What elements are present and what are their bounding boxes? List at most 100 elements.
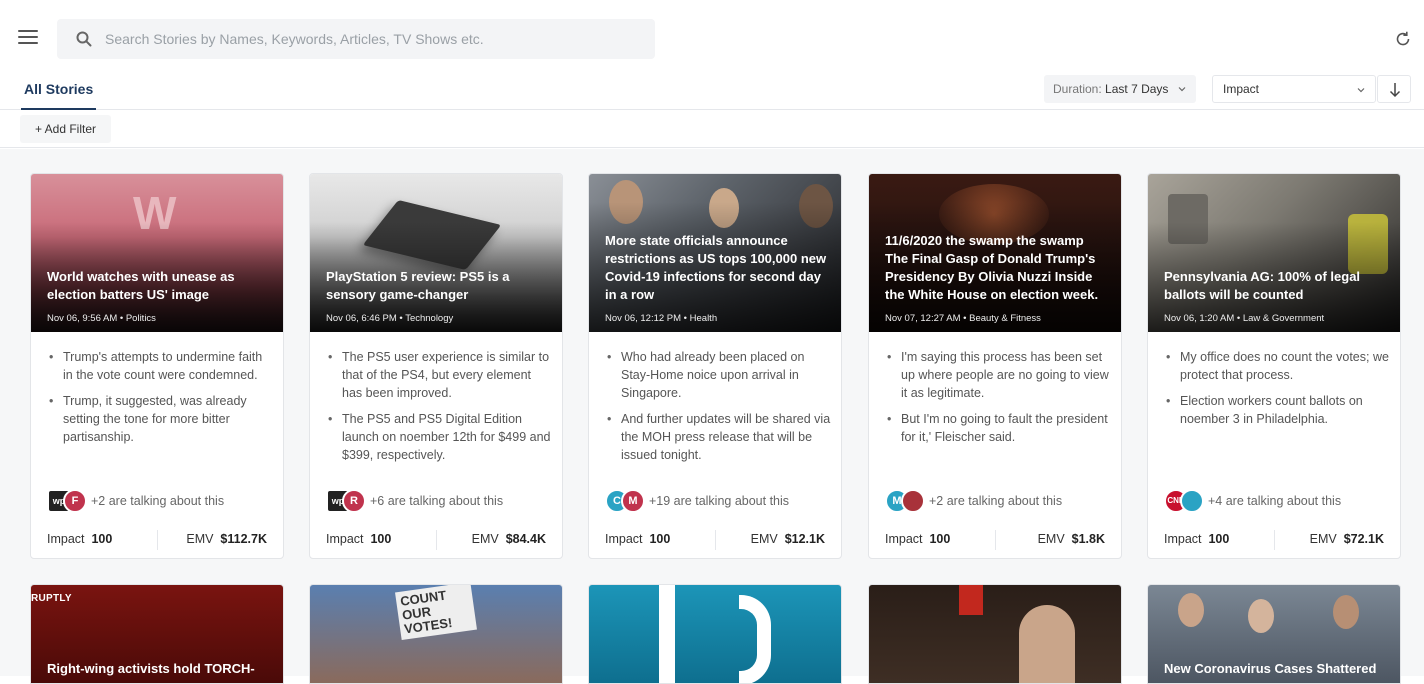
top-bar <box>0 0 1424 70</box>
avatar <box>1180 488 1204 513</box>
impact-label: Impact <box>885 532 923 546</box>
emv-label: EMV <box>1309 532 1337 546</box>
impact-label: Impact <box>1164 532 1202 546</box>
impact-value: 100 <box>370 532 392 546</box>
avatar: M <box>621 488 645 513</box>
story-card[interactable]: RUPTLY Right-wing activists hold TORCH- <box>30 584 284 684</box>
duration-value: Last 7 Days <box>1105 82 1169 96</box>
story-headline: Right-wing activists hold TORCH- <box>47 661 255 676</box>
story-headline: 11/6/2020 the swamp the swamp The Final … <box>885 233 1099 302</box>
refresh-icon[interactable] <box>1395 31 1411 47</box>
story-card[interactable] <box>868 584 1122 684</box>
story-card[interactable] <box>588 584 842 684</box>
menu-icon[interactable] <box>18 30 38 46</box>
story-stats: Impact 100 EMV $72.1K <box>1148 526 1400 554</box>
impact-label: Impact <box>326 532 364 546</box>
story-meta: Nov 06, 1:20 AM • Law & Government <box>1164 313 1325 324</box>
tab-bar: All Stories Duration: Last 7 Days Impact <box>0 70 1424 110</box>
story-card[interactable]: W World watches with unease as election … <box>30 173 284 559</box>
add-filter-button[interactable]: + Add Filter <box>20 115 111 143</box>
summary-bullet: I'm saying this process has been set up … <box>885 348 1111 402</box>
talking-text: +19 are talking about this <box>649 493 790 508</box>
story-stats: Impact 100 EMV $12.1K <box>589 526 841 554</box>
talking-row[interactable]: wp F +2 are talking about this <box>47 488 225 513</box>
sort-dropdown[interactable]: Impact <box>1212 75 1376 103</box>
story-summary: I'm saying this process has been set up … <box>885 348 1111 454</box>
summary-bullet: My office does no count the votes; we pr… <box>1164 348 1390 384</box>
protest-sign: COUNT OUR VOTES! <box>395 585 477 641</box>
story-thumbnail: Pennsylvania AG: 100% of legal ballots w… <box>1148 174 1400 332</box>
search-icon <box>76 31 92 47</box>
story-meta: Nov 06, 12:12 PM • Health <box>605 313 718 324</box>
story-thumbnail: More state officials announce restrictio… <box>589 174 841 332</box>
story-card[interactable]: More state officials announce restrictio… <box>588 173 842 559</box>
emv-value: $1.8K <box>1071 532 1105 546</box>
emv-label: EMV <box>471 532 499 546</box>
talking-text: +2 are talking about this <box>91 493 225 508</box>
story-headline: World watches with unease as election ba… <box>47 269 235 302</box>
talking-text: +4 are talking about this <box>1208 493 1342 508</box>
story-meta: Nov 07, 12:27 AM • Beauty & Fitness <box>885 313 1041 324</box>
story-stats: Impact 100 EMV $1.8K <box>869 526 1121 554</box>
talking-row[interactable]: M +2 are talking about this <box>885 488 1062 513</box>
sort-direction-button[interactable] <box>1377 75 1411 103</box>
story-thumbnail: 11/6/2020 the swamp the swamp The Final … <box>869 174 1121 332</box>
arrow-down-icon <box>1389 83 1401 98</box>
chevron-down-icon <box>1178 87 1186 92</box>
story-card[interactable]: COUNT OUR VOTES! <box>309 584 563 684</box>
summary-bullet: Trump, it suggested, was already setting… <box>47 392 273 446</box>
impact-label: Impact <box>605 532 643 546</box>
story-card[interactable]: Pennsylvania AG: 100% of legal ballots w… <box>1147 173 1401 559</box>
search-box[interactable] <box>57 19 655 59</box>
impact-value: 100 <box>929 532 951 546</box>
story-card[interactable]: 11/6/2020 the swamp the swamp The Final … <box>868 173 1122 559</box>
filter-bar: + Add Filter <box>0 110 1424 148</box>
emv-label: EMV <box>186 532 214 546</box>
story-summary: My office does no count the votes; we pr… <box>1164 348 1390 436</box>
sort-value: Impact <box>1223 82 1260 96</box>
summary-bullet: Election workers count ballots on noembe… <box>1164 392 1390 428</box>
summary-bullet: Who had already been placed on Stay-Home… <box>605 348 831 402</box>
summary-bullet: The PS5 user experience is similar to th… <box>326 348 552 402</box>
emv-value: $72.1K <box>1343 532 1384 546</box>
avatar: F <box>63 488 87 513</box>
tab-all-stories[interactable]: All Stories <box>21 70 97 110</box>
stories-grid: W World watches with unease as election … <box>0 149 1424 684</box>
story-headline: New Coronavirus Cases Shattered <box>1164 661 1377 676</box>
impact-value: 100 <box>649 532 671 546</box>
emv-label: EMV <box>750 532 778 546</box>
avatar <box>901 488 925 513</box>
emv-label: EMV <box>1037 532 1065 546</box>
story-summary: The PS5 user experience is similar to th… <box>326 348 552 472</box>
story-card[interactable]: PlayStation 5 review: PS5 is a sensory g… <box>309 173 563 559</box>
story-summary: Trump's attempts to undermine faith in t… <box>47 348 273 454</box>
impact-label: Impact <box>47 532 85 546</box>
story-thumbnail: W World watches with unease as election … <box>31 174 283 332</box>
source-badge: RUPTLY <box>31 593 72 604</box>
story-meta: Nov 06, 6:46 PM • Technology <box>326 313 454 324</box>
duration-label: Duration: <box>1053 82 1102 96</box>
story-headline: More state officials announce restrictio… <box>605 233 827 302</box>
talking-text: +6 are talking about this <box>370 493 504 508</box>
search-input[interactable] <box>105 19 645 59</box>
chevron-down-icon <box>1357 88 1365 93</box>
impact-value: 100 <box>1208 532 1230 546</box>
story-card[interactable]: New Coronavirus Cases Shattered <box>1147 584 1401 684</box>
summary-bullet: The PS5 and PS5 Digital Edition launch o… <box>326 410 552 464</box>
talking-row[interactable]: CNN +4 are talking about this <box>1164 488 1342 513</box>
summary-bullet: But I'm no going to fault the president … <box>885 410 1111 446</box>
summary-bullet: Trump's attempts to undermine faith in t… <box>47 348 273 384</box>
story-thumbnail: PlayStation 5 review: PS5 is a sensory g… <box>310 174 562 332</box>
summary-bullet: And further updates will be shared via t… <box>605 410 831 464</box>
impact-value: 100 <box>91 532 113 546</box>
emv-value: $12.1K <box>784 532 825 546</box>
story-meta: Nov 06, 9:56 AM • Politics <box>47 313 156 324</box>
story-headline: Pennsylvania AG: 100% of legal ballots w… <box>1164 269 1361 302</box>
story-stats: Impact 100 EMV $84.4K <box>310 526 562 554</box>
emv-value: $84.4K <box>505 532 546 546</box>
story-summary: Who had already been placed on Stay-Home… <box>605 348 831 472</box>
duration-dropdown[interactable]: Duration: Last 7 Days <box>1044 75 1196 103</box>
talking-row[interactable]: C M +19 are talking about this <box>605 488 790 513</box>
talking-row[interactable]: wp R +6 are talking about this <box>326 488 504 513</box>
avatar: R <box>342 488 366 513</box>
